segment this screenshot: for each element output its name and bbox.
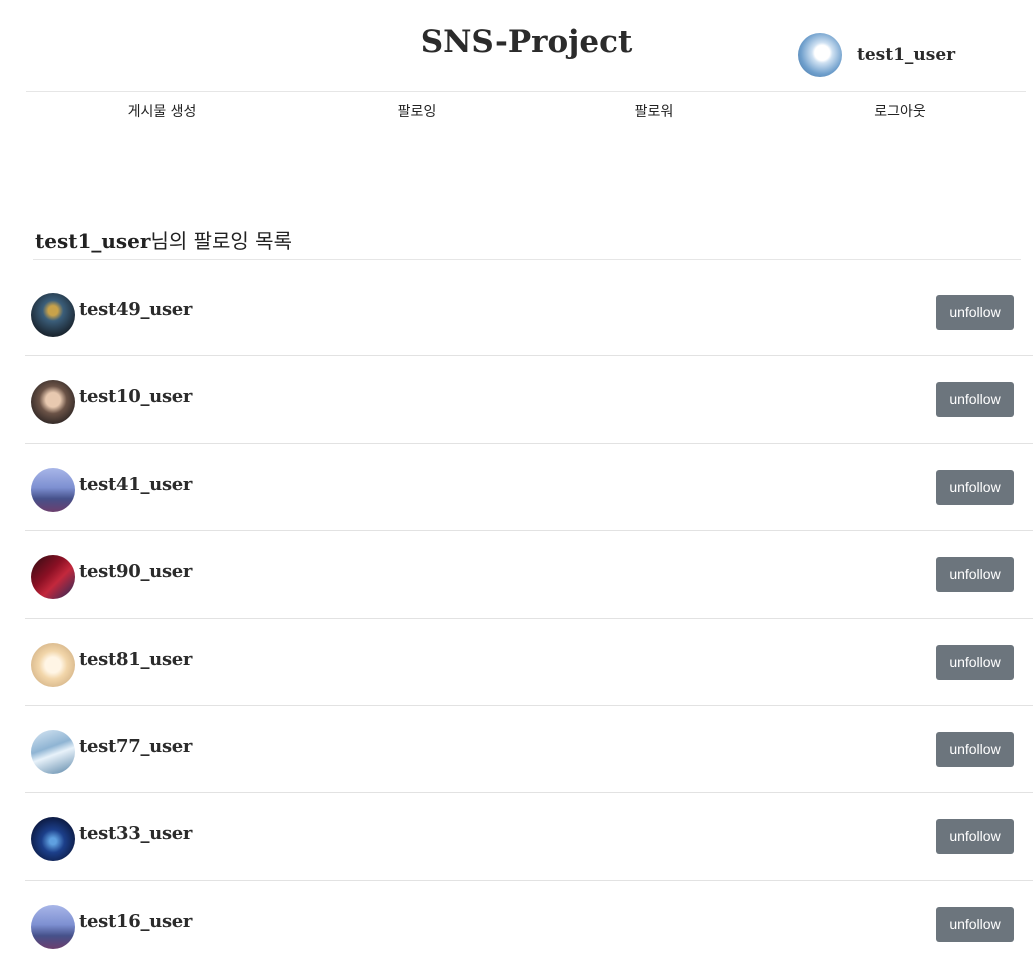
list-item: test77_user unfollow <box>25 706 1033 794</box>
following-list: test49_user unfollow test10_user unfollo… <box>25 269 1033 955</box>
page-title: test1_user님의 팔로잉 목록 <box>35 225 292 254</box>
main-nav: 게시물 생성 팔로잉 팔로워 로그아웃 <box>26 92 1026 132</box>
nav-logout[interactable]: 로그아웃 <box>874 101 926 121</box>
username-link[interactable]: test41_user <box>79 474 192 495</box>
header: SNS-Project test1_user <box>0 0 1033 91</box>
nav-create-post[interactable]: 게시물 생성 <box>128 101 197 121</box>
nav-following[interactable]: 팔로잉 <box>398 101 437 121</box>
current-user-avatar[interactable] <box>798 33 842 77</box>
list-item: test49_user unfollow <box>25 269 1033 357</box>
unfollow-button[interactable]: unfollow <box>936 819 1014 855</box>
user-avatar[interactable] <box>31 293 75 337</box>
list-item: test90_user unfollow <box>25 531 1033 619</box>
list-item: test41_user unfollow <box>25 444 1033 532</box>
username-link[interactable]: test77_user <box>79 736 192 757</box>
unfollow-button[interactable]: unfollow <box>936 906 1014 942</box>
page: SNS-Project test1_user 게시물 생성 팔로잉 팔로워 로그… <box>0 0 1033 955</box>
username-link[interactable]: test81_user <box>79 649 192 670</box>
section-divider <box>33 259 1021 260</box>
user-avatar[interactable] <box>31 642 75 687</box>
user-avatar[interactable] <box>31 380 75 425</box>
unfollow-button[interactable]: unfollow <box>936 382 1014 418</box>
unfollow-button[interactable]: unfollow <box>936 731 1014 767</box>
user-avatar[interactable] <box>31 904 75 949</box>
username-link[interactable]: test10_user <box>79 386 192 407</box>
unfollow-button[interactable]: unfollow <box>936 469 1014 505</box>
user-avatar[interactable] <box>31 729 75 774</box>
user-avatar[interactable] <box>31 555 75 600</box>
username-link[interactable]: test90_user <box>79 561 192 582</box>
current-user[interactable]: test1_user <box>798 33 955 77</box>
username-link[interactable]: test16_user <box>79 911 192 932</box>
list-item: test33_user unfollow <box>25 793 1033 881</box>
list-item: test16_user unfollow <box>25 881 1033 955</box>
nav-followers[interactable]: 팔로워 <box>635 101 674 121</box>
username-link[interactable]: test49_user <box>79 299 192 320</box>
page-title-suffix: 님의 팔로잉 목록 <box>150 229 292 253</box>
unfollow-button[interactable]: unfollow <box>936 295 1014 330</box>
current-user-name[interactable]: test1_user <box>857 45 955 65</box>
username-link[interactable]: test33_user <box>79 823 192 844</box>
page-title-username: test1_user <box>35 229 151 253</box>
user-avatar[interactable] <box>31 817 75 862</box>
unfollow-button[interactable]: unfollow <box>936 644 1014 680</box>
list-item: test81_user unfollow <box>25 619 1033 706</box>
user-avatar[interactable] <box>31 467 75 512</box>
list-item: test10_user unfollow <box>25 356 1033 444</box>
unfollow-button[interactable]: unfollow <box>936 557 1014 593</box>
